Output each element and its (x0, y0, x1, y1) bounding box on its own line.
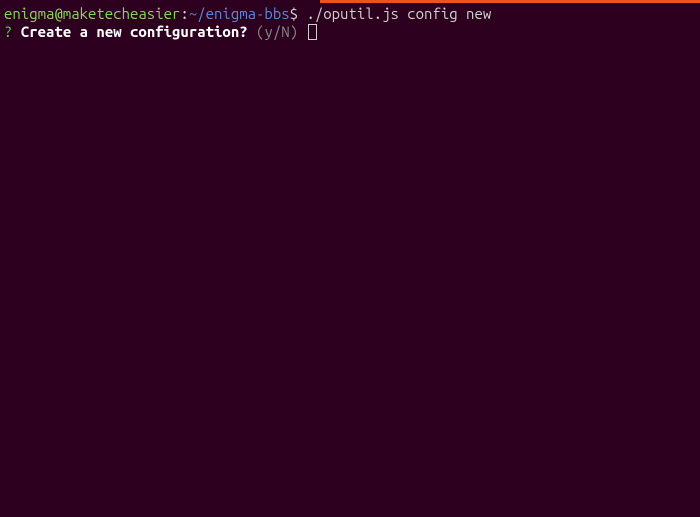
text-cursor (308, 24, 317, 40)
shell-prompt-line: enigma@maketecheasier:~/enigma-bbs$ ./op… (0, 5, 700, 23)
user-host: enigma@maketecheasier (4, 5, 180, 22)
prompt-sigil: $ (290, 5, 298, 22)
prompt-question: Create a new configuration? (21, 23, 248, 40)
question-mark-icon: ? (4, 23, 12, 40)
entered-command: ./oputil.js config new (298, 5, 491, 22)
current-path: ~/enigma-bbs (189, 5, 290, 22)
terminal-window[interactable]: enigma@maketecheasier:~/enigma-bbs$ ./op… (0, 0, 700, 517)
prompt-hint: (y/N) (256, 23, 298, 40)
interactive-prompt-line[interactable]: ? Create a new configuration? (y/N) (0, 23, 700, 41)
prompt-separator: : (180, 5, 188, 22)
window-accent-bar (320, 0, 700, 3)
